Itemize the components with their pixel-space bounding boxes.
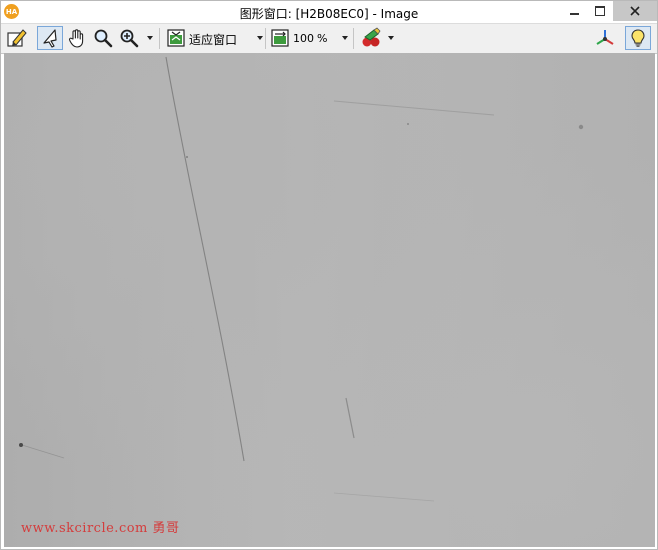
close-icon [630, 6, 640, 16]
arrow-pointer-icon [43, 29, 57, 48]
zoom-image-icon [271, 29, 289, 47]
axes-3d-icon [596, 30, 614, 45]
fit-window-icon [167, 29, 185, 47]
paint-color-icon [362, 27, 381, 47]
maximize-icon [595, 6, 605, 16]
zoom-in-icon [120, 29, 139, 48]
grayscale-texture-image [19, 56, 584, 502]
hand-icon [68, 29, 84, 48]
image-window: HA 图形窗口: [H2B08EC0] - Image 适应窗口 100 % w… [0, 0, 658, 550]
zoom-dropdown-arrow-icon[interactable] [147, 36, 153, 40]
title-bar[interactable]: HA 图形窗口: [H2B08EC0] - Image [1, 1, 657, 23]
coordinate-system-button[interactable] [593, 26, 617, 50]
zoom-value[interactable]: 100 [293, 32, 314, 45]
minimize-icon [569, 13, 579, 15]
toolbar-separator [265, 28, 266, 49]
fit-mode-dropdown-arrow-icon[interactable] [257, 36, 263, 40]
toolbar: 适应窗口 100 % [1, 23, 657, 54]
pan-tool-button[interactable] [65, 26, 89, 50]
pencil-edit-icon [7, 29, 27, 47]
zoom-in-button[interactable] [117, 26, 141, 50]
fit-window-icon-button[interactable] [165, 26, 187, 50]
zoom-percent-icon-button[interactable] [269, 26, 291, 50]
zoom-percent-dropdown-arrow-icon[interactable] [342, 36, 348, 40]
edit-tool-button[interactable] [5, 26, 29, 50]
fit-mode-select[interactable]: 适应窗口 [189, 31, 237, 48]
image-canvas[interactable]: www.skcircle.com 勇哥 [4, 53, 655, 547]
light-bulb-icon [631, 29, 645, 47]
light-bulb-button[interactable] [625, 26, 651, 50]
magnify-tool-button[interactable] [91, 26, 115, 50]
magnifier-icon [94, 29, 113, 48]
close-button[interactable] [613, 1, 657, 21]
color-dropdown-arrow-icon[interactable] [388, 36, 394, 40]
toolbar-separator [159, 28, 160, 49]
pointer-tool-button[interactable] [37, 26, 63, 50]
toolbar-separator [353, 28, 354, 49]
window-title: 图形窗口: [H2B08EC0] - Image [239, 7, 419, 21]
color-tool-button[interactable] [359, 26, 383, 50]
maximize-button[interactable] [587, 1, 613, 21]
zoom-unit: % [317, 32, 328, 45]
watermark-text: www.skcircle.com 勇哥 [21, 521, 180, 536]
minimize-button[interactable] [561, 1, 587, 21]
